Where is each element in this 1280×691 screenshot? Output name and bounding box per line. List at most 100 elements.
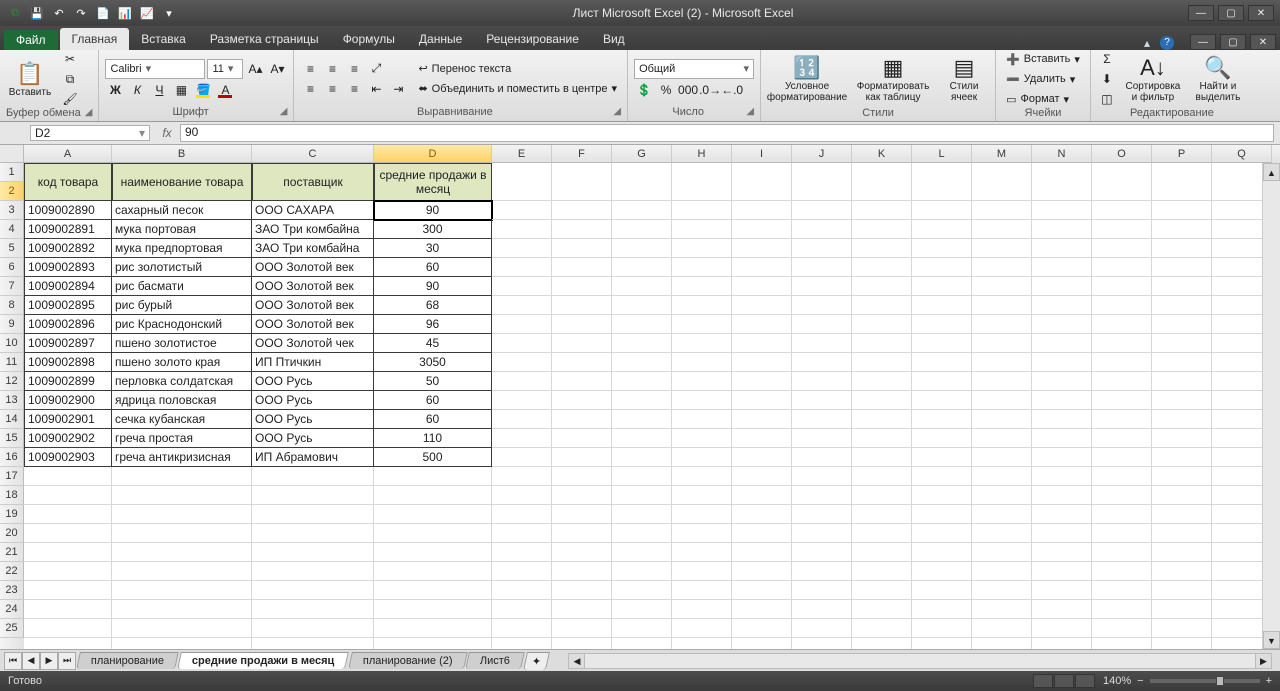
cell[interactable] xyxy=(112,524,252,543)
qat-icon[interactable]: 📄 xyxy=(94,4,112,22)
cell[interactable] xyxy=(24,467,112,486)
cell[interactable] xyxy=(1152,372,1212,391)
cell[interactable] xyxy=(552,296,612,315)
cell[interactable] xyxy=(912,220,972,239)
cell[interactable] xyxy=(552,505,612,524)
cell[interactable] xyxy=(732,163,792,201)
excel-icon[interactable]: ⧉ xyxy=(6,4,24,22)
increase-decimal-icon[interactable]: .0→ xyxy=(700,81,720,99)
wrap-text-button[interactable]: ↩Перенос текста xyxy=(414,60,621,78)
cell[interactable]: 300 xyxy=(374,220,492,239)
cell[interactable] xyxy=(492,296,552,315)
new-sheet-tab[interactable]: ✦ xyxy=(523,652,550,670)
next-sheet-icon[interactable]: ▶ xyxy=(40,652,58,670)
row-header[interactable]: 19 xyxy=(0,505,24,524)
cell-styles-button[interactable]: ▤Стили ячеек xyxy=(939,52,989,106)
redo-icon[interactable]: ↷ xyxy=(72,4,90,22)
cell[interactable]: рис басмати xyxy=(112,277,252,296)
cell[interactable] xyxy=(552,391,612,410)
align-bottom-icon[interactable]: ≡ xyxy=(344,60,364,78)
fill-color-icon[interactable]: 🪣 xyxy=(193,81,213,99)
cell[interactable] xyxy=(792,448,852,467)
cell[interactable] xyxy=(492,353,552,372)
cell[interactable] xyxy=(732,524,792,543)
cell[interactable] xyxy=(612,334,672,353)
cell[interactable] xyxy=(1092,638,1152,649)
cell[interactable] xyxy=(112,467,252,486)
row-header[interactable]: 3 xyxy=(0,201,24,220)
cell[interactable] xyxy=(732,448,792,467)
cell[interactable] xyxy=(1152,353,1212,372)
column-header[interactable]: H xyxy=(672,145,732,163)
cell[interactable] xyxy=(1152,467,1212,486)
cell[interactable] xyxy=(912,486,972,505)
cell[interactable]: 1009002894 xyxy=(24,277,112,296)
cell[interactable] xyxy=(732,239,792,258)
fill-icon[interactable]: ⬇ xyxy=(1097,70,1117,88)
cell[interactable] xyxy=(972,505,1032,524)
zoom-value[interactable]: 140% xyxy=(1103,675,1131,687)
cell[interactable] xyxy=(972,410,1032,429)
cell[interactable]: ООО Золотой век xyxy=(252,258,374,277)
align-left-icon[interactable]: ≡ xyxy=(300,80,320,98)
cell[interactable] xyxy=(552,638,612,649)
maximize-button[interactable]: ▢ xyxy=(1218,5,1244,21)
cell[interactable] xyxy=(1092,372,1152,391)
cell[interactable]: греча антикризисная xyxy=(112,448,252,467)
cell[interactable] xyxy=(1092,619,1152,638)
select-all-corner[interactable] xyxy=(0,145,24,163)
cell[interactable] xyxy=(852,220,912,239)
row-header[interactable]: 7 xyxy=(0,277,24,296)
cell[interactable] xyxy=(972,277,1032,296)
cell[interactable] xyxy=(552,277,612,296)
cell[interactable] xyxy=(612,429,672,448)
cell[interactable]: 45 xyxy=(374,334,492,353)
cell[interactable] xyxy=(732,372,792,391)
cell[interactable] xyxy=(612,201,672,220)
cell[interactable] xyxy=(852,239,912,258)
cell[interactable]: 90 xyxy=(374,277,492,296)
cell[interactable]: код товара xyxy=(24,163,112,201)
cell[interactable] xyxy=(672,239,732,258)
cell[interactable] xyxy=(612,505,672,524)
cell[interactable] xyxy=(792,258,852,277)
cell[interactable] xyxy=(912,581,972,600)
cell[interactable] xyxy=(1032,391,1092,410)
cell[interactable]: мука предпортовая xyxy=(112,239,252,258)
column-header[interactable]: M xyxy=(972,145,1032,163)
cell[interactable] xyxy=(1032,638,1092,649)
cell[interactable]: ООО Золотой век xyxy=(252,277,374,296)
cell[interactable]: 50 xyxy=(374,372,492,391)
cell[interactable] xyxy=(732,391,792,410)
cell[interactable] xyxy=(24,619,112,638)
tab-formulas[interactable]: Формулы xyxy=(331,28,407,50)
cell[interactable] xyxy=(672,581,732,600)
column-header[interactable]: G xyxy=(612,145,672,163)
copy-icon[interactable]: ⧉ xyxy=(60,70,80,88)
cell[interactable] xyxy=(612,296,672,315)
column-header[interactable]: E xyxy=(492,145,552,163)
cell[interactable] xyxy=(912,201,972,220)
cell[interactable] xyxy=(552,315,612,334)
cell[interactable] xyxy=(672,258,732,277)
cell[interactable] xyxy=(912,391,972,410)
cell[interactable] xyxy=(552,429,612,448)
cell[interactable] xyxy=(852,562,912,581)
cell[interactable] xyxy=(672,201,732,220)
paste-button[interactable]: 📋 Вставить xyxy=(6,52,54,106)
row-header[interactable]: 9 xyxy=(0,315,24,334)
cell[interactable] xyxy=(912,505,972,524)
cell[interactable] xyxy=(852,258,912,277)
close-button[interactable]: ✕ xyxy=(1248,5,1274,21)
cell[interactable] xyxy=(852,372,912,391)
cell[interactable] xyxy=(1092,277,1152,296)
cell[interactable]: ООО Золотой век xyxy=(252,296,374,315)
tab-review[interactable]: Рецензирование xyxy=(474,28,591,50)
row-header[interactable]: 11 xyxy=(0,353,24,372)
column-header[interactable]: K xyxy=(852,145,912,163)
sheet-tab[interactable]: планирование (2) xyxy=(348,652,467,669)
cell[interactable]: рис бурый xyxy=(112,296,252,315)
page-layout-view-icon[interactable] xyxy=(1054,674,1074,688)
cell[interactable] xyxy=(672,543,732,562)
underline-icon[interactable]: Ч xyxy=(149,81,169,99)
